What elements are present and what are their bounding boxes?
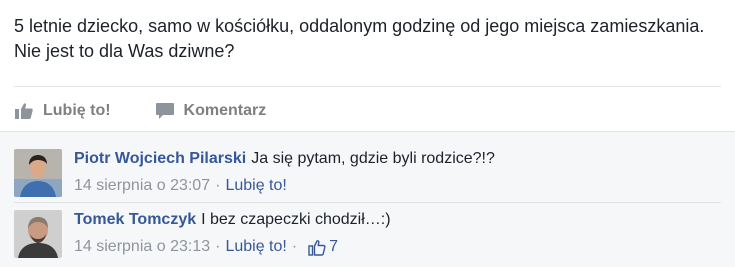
avatar[interactable] bbox=[14, 210, 62, 258]
comment-item: Piotr Wojciech Pilarski Ja się pytam, gdz… bbox=[14, 149, 495, 197]
comment-divider bbox=[14, 202, 721, 203]
comment-timestamp[interactable]: 14 sierpnia o 23:07 bbox=[74, 176, 210, 196]
post-divider bbox=[14, 86, 721, 87]
speech-bubble-icon bbox=[155, 103, 174, 119]
comment-like-link[interactable]: Lubię to! bbox=[225, 237, 286, 257]
comment-text: Ja się pytam, gdzie byli rodzice?!? bbox=[251, 150, 495, 167]
comment-meta: 14 sierpnia o 23:13 · Lubię to! · 7 bbox=[74, 237, 391, 257]
post-actions-bar: Lubię to! Komentarz bbox=[14, 96, 266, 126]
comment-author[interactable]: Tomek Tomczyk bbox=[74, 211, 196, 228]
comment-timestamp[interactable]: 14 sierpnia o 23:13 bbox=[74, 237, 210, 257]
avatar[interactable] bbox=[14, 149, 62, 197]
meta-separator: · bbox=[291, 238, 298, 255]
comment-text: I bez czapeczki chodził…:) bbox=[201, 211, 391, 228]
comment-like-count[interactable]: 7 bbox=[308, 237, 338, 257]
like-button-label: Lubię to! bbox=[43, 102, 111, 119]
comments-section: Piotr Wojciech Pilarski Ja się pytam, gdz… bbox=[0, 131, 735, 267]
comment-item: Tomek Tomczyk I bez czapeczki chodził…:) … bbox=[14, 210, 391, 258]
comment-button-label: Komentarz bbox=[183, 102, 267, 119]
comment-button[interactable]: Komentarz bbox=[155, 102, 267, 120]
comment-body: Piotr Wojciech Pilarski Ja się pytam, gdz… bbox=[74, 149, 495, 197]
comment-like-link[interactable]: Lubię to! bbox=[225, 176, 286, 196]
like-count-value: 7 bbox=[329, 238, 339, 255]
post-text: 5 letnie dziecko, samo w kościółku, odda… bbox=[14, 16, 705, 61]
thumbs-up-outline-icon bbox=[308, 239, 326, 256]
comment-author[interactable]: Piotr Wojciech Pilarski bbox=[74, 150, 246, 167]
user-avatar-icon bbox=[14, 210, 62, 258]
comment-line: Piotr Wojciech Pilarski Ja się pytam, gdz… bbox=[74, 149, 495, 169]
comment-body: Tomek Tomczyk I bez czapeczki chodził…:) … bbox=[74, 210, 391, 258]
meta-separator: · bbox=[215, 177, 221, 194]
thumbs-up-icon bbox=[15, 103, 33, 119]
like-button[interactable]: Lubię to! bbox=[14, 102, 111, 120]
comment-meta: 14 sierpnia o 23:07 · Lubię to! bbox=[74, 176, 495, 196]
comment-line: Tomek Tomczyk I bez czapeczki chodził…:) bbox=[74, 210, 391, 230]
meta-separator: · bbox=[215, 238, 221, 255]
user-avatar-icon bbox=[14, 149, 62, 197]
